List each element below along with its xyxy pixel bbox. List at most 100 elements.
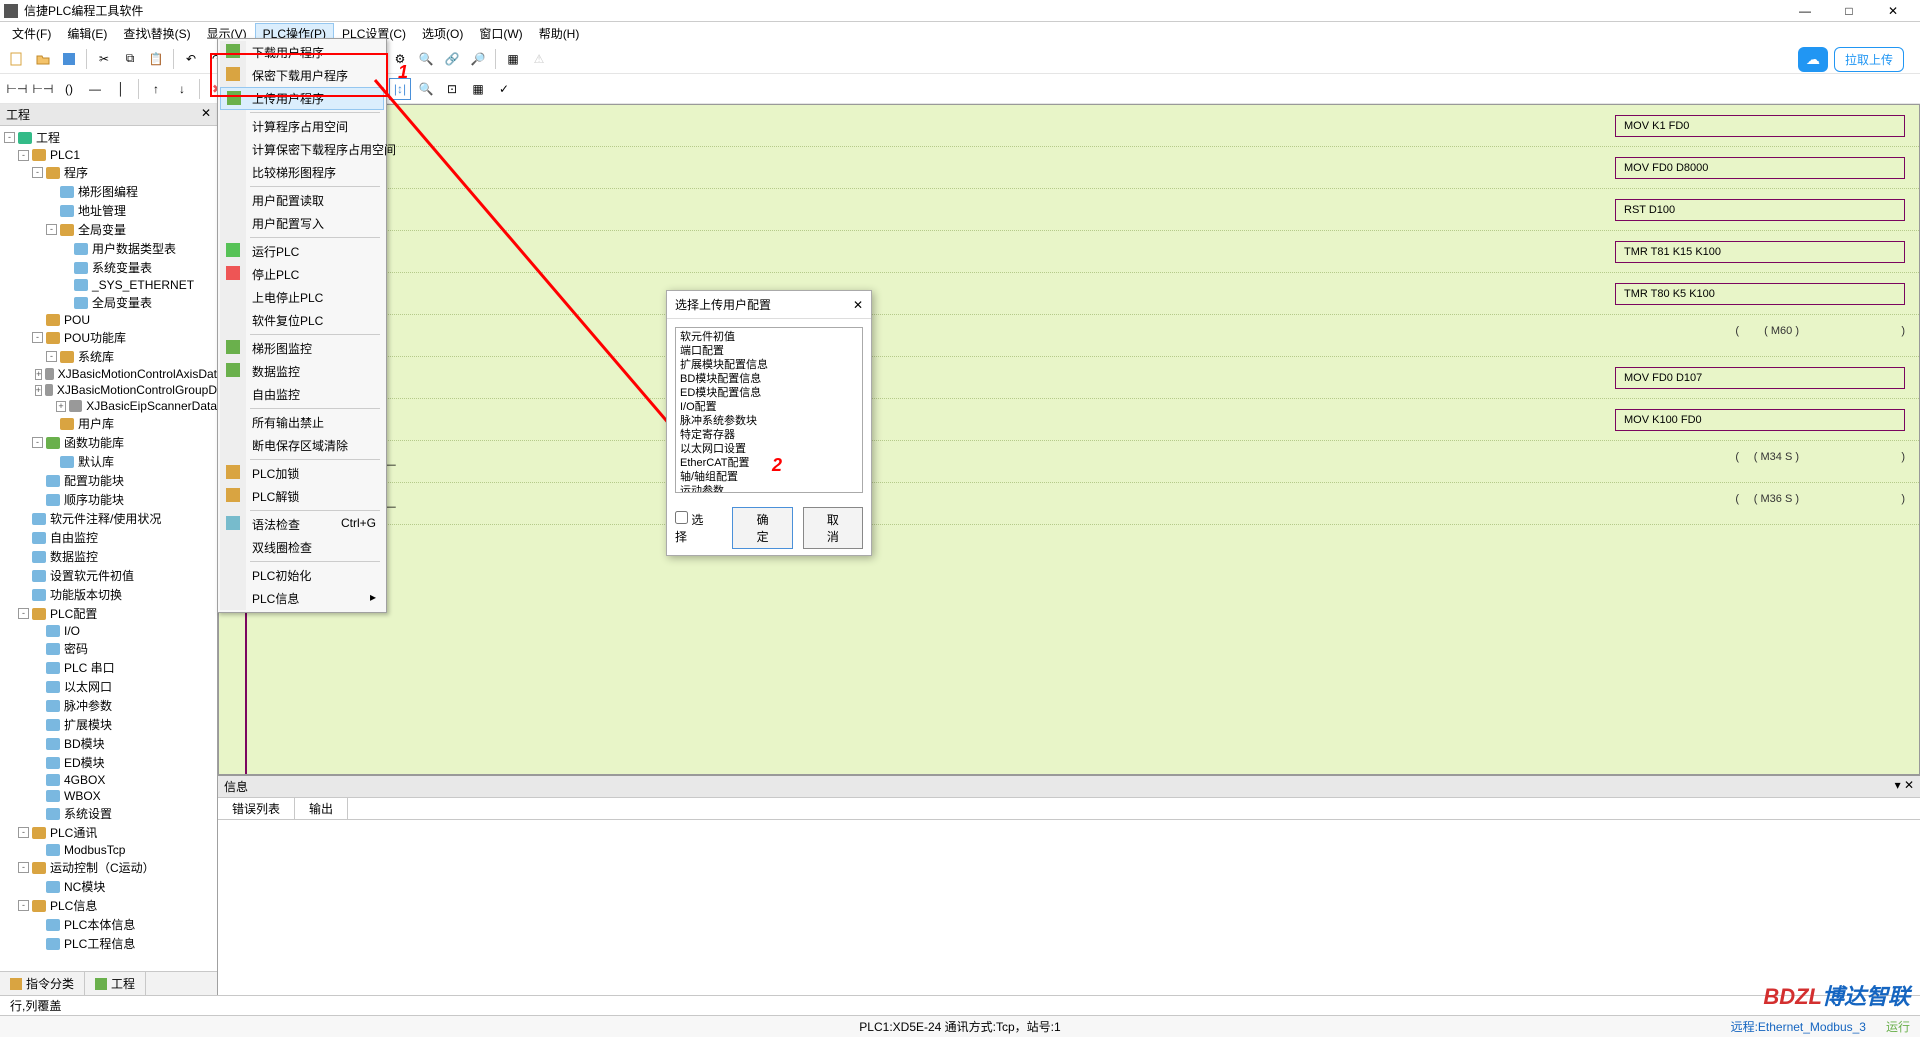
dropdown-item[interactable]: 计算程序占用空间: [220, 115, 384, 138]
dropdown-item[interactable]: 停止PLC: [220, 263, 384, 286]
tree-item[interactable]: -运动控制（C运动）: [0, 858, 217, 877]
tree-item[interactable]: -函数功能库: [0, 433, 217, 452]
dropdown-item[interactable]: PLC信息▸: [220, 587, 384, 610]
menu-6[interactable]: 选项(O): [414, 23, 471, 44]
dialog-list-item[interactable]: BD模块配置信息: [680, 372, 858, 386]
ladder-contact-icon[interactable]: ⊢⊣: [6, 78, 28, 100]
tool-icon-2[interactable]: ⚙: [389, 48, 411, 70]
pull-upload[interactable]: ☁ 拉取上传: [1798, 47, 1904, 72]
open-icon[interactable]: [32, 48, 54, 70]
dropdown-item[interactable]: 保密下载用户程序: [220, 64, 384, 87]
tree-item[interactable]: -PLC信息: [0, 896, 217, 915]
info-close-icon[interactable]: ✕: [1904, 778, 1914, 792]
tree-item[interactable]: 配置功能块: [0, 471, 217, 490]
dropdown-item[interactable]: PLC解锁: [220, 485, 384, 508]
tree-item[interactable]: -系统库: [0, 347, 217, 366]
tree-item[interactable]: ModbusTcp: [0, 842, 217, 858]
zoom-out-icon[interactable]: 🔍: [415, 78, 437, 100]
dropdown-item[interactable]: PLC初始化: [220, 564, 384, 587]
sidebar-tab-instruction[interactable]: 指令分类: [0, 972, 85, 995]
search-icon[interactable]: 🔍: [415, 48, 437, 70]
project-tree[interactable]: -工程-PLC1-程序梯形图编程地址管理-全局变量用户数据类型表系统变量表_SY…: [0, 126, 217, 971]
dialog-list-item[interactable]: 特定寄存器: [680, 428, 858, 442]
tree-item[interactable]: POU: [0, 312, 217, 328]
tree-item[interactable]: 脉冲参数: [0, 696, 217, 715]
close-button[interactable]: ✕: [1878, 4, 1908, 18]
tree-item[interactable]: PLC本体信息: [0, 915, 217, 934]
dialog-list-item[interactable]: 以太网口设置: [680, 442, 858, 456]
dialog-list-item[interactable]: 脉冲系统参数块: [680, 414, 858, 428]
tree-item[interactable]: 数据监控: [0, 547, 217, 566]
dropdown-item[interactable]: 上电停止PLC: [220, 286, 384, 309]
dialog-list-item[interactable]: 轴/轴组配置: [680, 470, 858, 484]
tree-item[interactable]: _SYS_ETHERNET: [0, 277, 217, 293]
tree-item[interactable]: 系统变量表: [0, 258, 217, 277]
tree-item[interactable]: -PLC1: [0, 147, 217, 163]
dialog-list-item[interactable]: 软元件初值: [680, 330, 858, 344]
check-icon[interactable]: ✓: [493, 78, 515, 100]
tree-item[interactable]: 全局变量表: [0, 293, 217, 312]
dialog-list-item[interactable]: I/O配置: [680, 400, 858, 414]
paste-icon[interactable]: 📋: [145, 48, 167, 70]
link-icon[interactable]: 🔗: [441, 48, 463, 70]
cut-icon[interactable]: ✂: [93, 48, 115, 70]
menu-1[interactable]: 编辑(E): [59, 23, 115, 44]
dropdown-item[interactable]: 下载用户程序: [220, 41, 384, 64]
ladder-coil-icon[interactable]: (): [58, 78, 80, 100]
tree-item[interactable]: 以太网口: [0, 677, 217, 696]
tree-item[interactable]: NC模块: [0, 877, 217, 896]
new-icon[interactable]: [6, 48, 28, 70]
tree-item[interactable]: 密码: [0, 639, 217, 658]
info-pin-icon[interactable]: ▾: [1895, 778, 1901, 792]
tree-item[interactable]: BD模块: [0, 734, 217, 753]
tree-item[interactable]: I/O: [0, 623, 217, 639]
tree-item[interactable]: -工程: [0, 128, 217, 147]
menu-7[interactable]: 窗口(W): [471, 23, 530, 44]
dropdown-item[interactable]: 双线圈检查: [220, 536, 384, 559]
tree-item[interactable]: 用户数据类型表: [0, 239, 217, 258]
select-all-checkbox[interactable]: 选择: [675, 511, 712, 545]
grid-icon[interactable]: ▦: [467, 78, 489, 100]
tree-item[interactable]: -POU功能库: [0, 328, 217, 347]
ok-button[interactable]: 确定: [732, 507, 792, 549]
zoom-fit-icon[interactable]: ⊡: [441, 78, 463, 100]
tree-item[interactable]: 扩展模块: [0, 715, 217, 734]
dialog-list[interactable]: 软元件初值端口配置扩展模块配置信息BD模块配置信息ED模块配置信息I/O配置脉冲…: [675, 327, 863, 493]
save-icon[interactable]: [58, 48, 80, 70]
rising-edge-icon[interactable]: ↑: [145, 78, 167, 100]
dialog-list-item[interactable]: 运动参数: [680, 484, 858, 493]
dropdown-item[interactable]: 梯形图监控: [220, 337, 384, 360]
tree-item[interactable]: 顺序功能块: [0, 490, 217, 509]
dialog-list-item[interactable]: EtherCAT配置: [680, 456, 858, 470]
zoom-icon[interactable]: 🔎: [467, 48, 489, 70]
tree-item[interactable]: 4GBOX: [0, 772, 217, 788]
dropdown-item[interactable]: 自由监控: [220, 383, 384, 406]
tree-item[interactable]: PLC 串口: [0, 658, 217, 677]
ladder-wire-icon[interactable]: —: [84, 78, 106, 100]
dialog-list-item[interactable]: ED模块配置信息: [680, 386, 858, 400]
falling-edge-icon[interactable]: ↓: [171, 78, 193, 100]
tree-item[interactable]: ED模块: [0, 753, 217, 772]
minimize-button[interactable]: —: [1790, 4, 1820, 18]
tab-output[interactable]: 输出: [295, 798, 348, 819]
sidebar-tab-project[interactable]: 工程: [85, 972, 146, 995]
dropdown-item[interactable]: 语法检查Ctrl+G: [220, 513, 384, 536]
dropdown-item[interactable]: 用户配置写入: [220, 212, 384, 235]
undo-icon[interactable]: ↶: [180, 48, 202, 70]
cancel-button[interactable]: 取消: [803, 507, 863, 549]
tree-item[interactable]: 自由监控: [0, 528, 217, 547]
dialog-list-item[interactable]: 扩展模块配置信息: [680, 358, 858, 372]
monitor-toggle-icon[interactable]: |↕|: [389, 78, 411, 100]
dropdown-item[interactable]: 断电保存区域清除: [220, 434, 384, 457]
tree-item[interactable]: 用户库: [0, 414, 217, 433]
tree-item[interactable]: WBOX: [0, 788, 217, 804]
tree-item[interactable]: +XJBasicEipScannerData: [0, 398, 217, 414]
tree-item[interactable]: 设置软元件初值: [0, 566, 217, 585]
ladder-vert-icon[interactable]: │: [110, 78, 132, 100]
dropdown-item[interactable]: 比较梯形图程序: [220, 161, 384, 184]
ladder-canvas[interactable]: MOV K1 FD0MOV FD0 D8000RST D100TMR T81 K…: [218, 104, 1920, 775]
dropdown-item[interactable]: 所有输出禁止: [220, 411, 384, 434]
dropdown-item[interactable]: 计算保密下载程序占用空间: [220, 138, 384, 161]
tree-item[interactable]: 软元件注释/使用状况: [0, 509, 217, 528]
tree-item[interactable]: -PLC配置: [0, 604, 217, 623]
